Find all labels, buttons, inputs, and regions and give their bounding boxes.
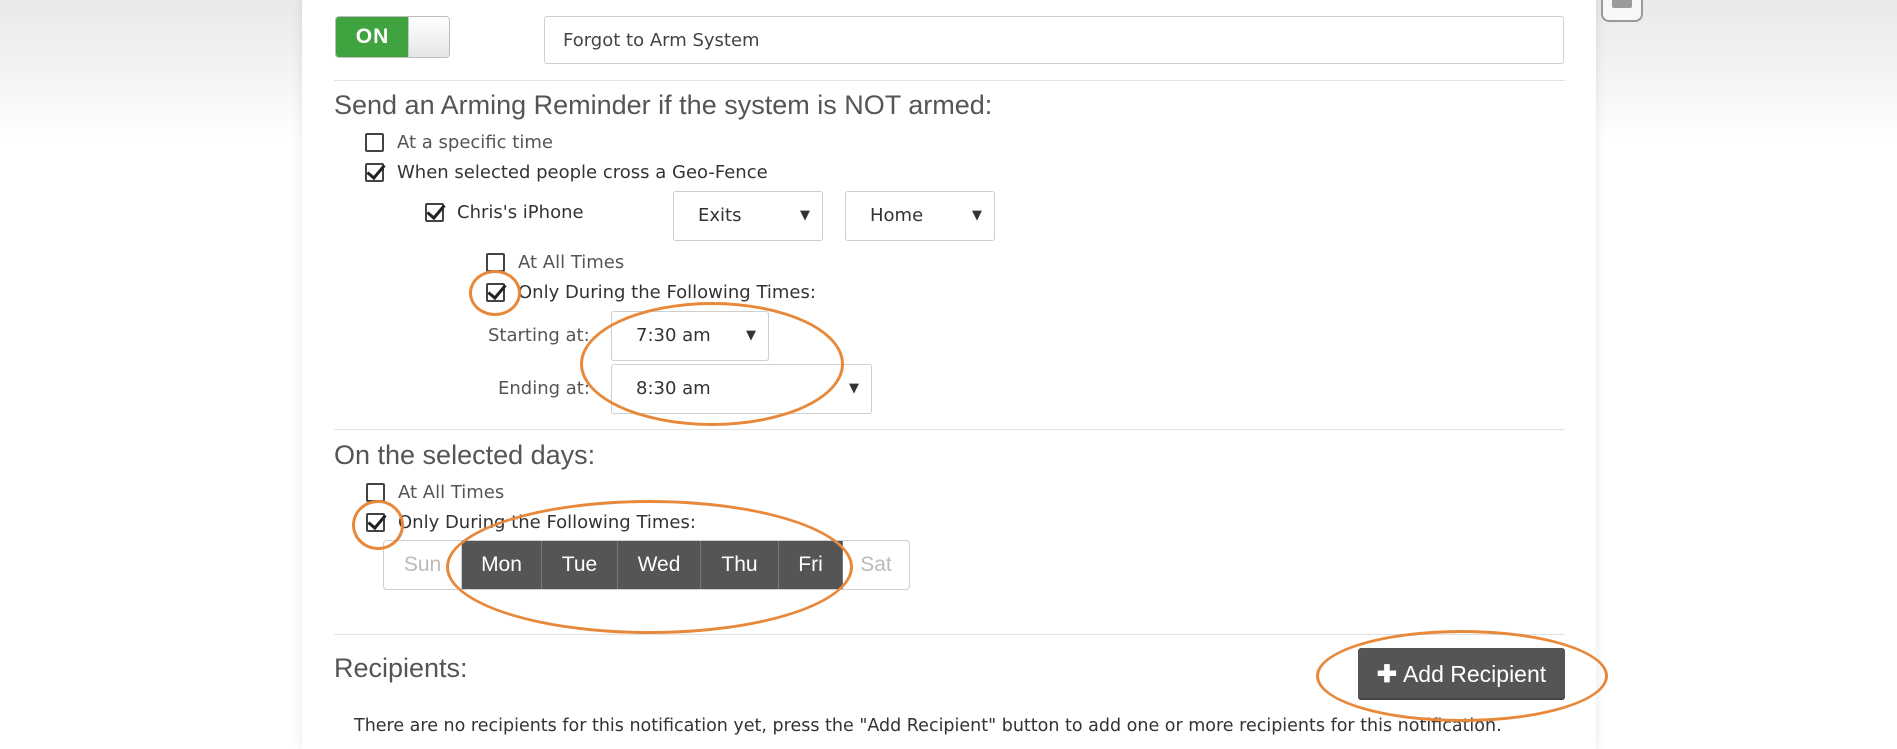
geofence-only-during-label: Only During the Following Times:	[518, 282, 816, 303]
day-thu[interactable]: Thu	[701, 541, 779, 589]
location-value: Home	[870, 205, 924, 226]
geofence-only-during-checkbox[interactable]	[486, 283, 505, 302]
day-sat[interactable]: Sat	[843, 541, 909, 589]
ending-time-value: 8:30 am	[636, 378, 711, 399]
starting-at-label: Starting at:	[488, 325, 590, 346]
day-tue[interactable]: Tue	[542, 541, 618, 589]
caret-down-icon: ▼	[972, 208, 982, 223]
notification-name-input[interactable]: Forgot to Arm System	[544, 16, 1564, 64]
day-wed[interactable]: Wed	[618, 541, 701, 589]
specific-time-checkbox[interactable]	[365, 133, 384, 152]
add-recipient-button[interactable]: ✚ Add Recipient	[1358, 648, 1565, 700]
starting-time-select[interactable]: 7:30 am ▼	[611, 311, 769, 361]
caret-down-icon: ▼	[849, 381, 859, 396]
toggle-on-label: ON	[336, 17, 409, 57]
day-mon[interactable]: Mon	[462, 541, 542, 589]
plus-icon: ✚	[1376, 661, 1397, 688]
day-sun[interactable]: Sun	[384, 541, 462, 589]
divider	[334, 80, 1565, 81]
caret-down-icon: ▼	[746, 328, 756, 343]
ending-time-select[interactable]: 8:30 am ▼	[611, 364, 872, 414]
enable-toggle[interactable]: ON	[335, 16, 450, 58]
geofence-at-all-times-checkbox[interactable]	[486, 253, 505, 272]
no-recipients-note: There are no recipients for this notific…	[354, 716, 1502, 736]
person-checkbox[interactable]	[425, 203, 444, 222]
direction-value: Exits	[698, 205, 742, 226]
video-camera-icon[interactable]	[1601, 0, 1643, 22]
starting-time-value: 7:30 am	[636, 325, 711, 346]
days-heading: On the selected days:	[334, 440, 596, 470]
geofence-at-all-times-label: At All Times	[518, 252, 625, 273]
reminder-heading: Send an Arming Reminder if the system is…	[334, 90, 993, 120]
geofence-checkbox[interactable]	[365, 163, 384, 182]
location-select[interactable]: Home ▼	[845, 191, 995, 241]
days-at-all-times-checkbox[interactable]	[366, 483, 385, 502]
divider	[334, 634, 1565, 635]
day-selector: Sun Mon Tue Wed Thu Fri Sat	[383, 540, 910, 590]
recipients-heading: Recipients:	[334, 653, 468, 683]
toggle-knob[interactable]	[408, 17, 449, 57]
caret-down-icon: ▼	[800, 208, 810, 223]
person-label: Chris's iPhone	[457, 202, 584, 223]
geofence-label: When selected people cross a Geo-Fence	[397, 162, 768, 183]
days-only-during-label: Only During the Following Times:	[398, 512, 696, 533]
days-at-all-times-label: At All Times	[398, 482, 505, 503]
divider	[334, 429, 1565, 430]
add-recipient-label: Add Recipient	[1402, 661, 1547, 687]
ending-at-label: Ending at:	[498, 378, 590, 399]
direction-select[interactable]: Exits ▼	[673, 191, 823, 241]
days-only-during-checkbox[interactable]	[366, 513, 385, 532]
day-fri[interactable]: Fri	[779, 541, 843, 589]
specific-time-label: At a specific time	[397, 132, 553, 153]
